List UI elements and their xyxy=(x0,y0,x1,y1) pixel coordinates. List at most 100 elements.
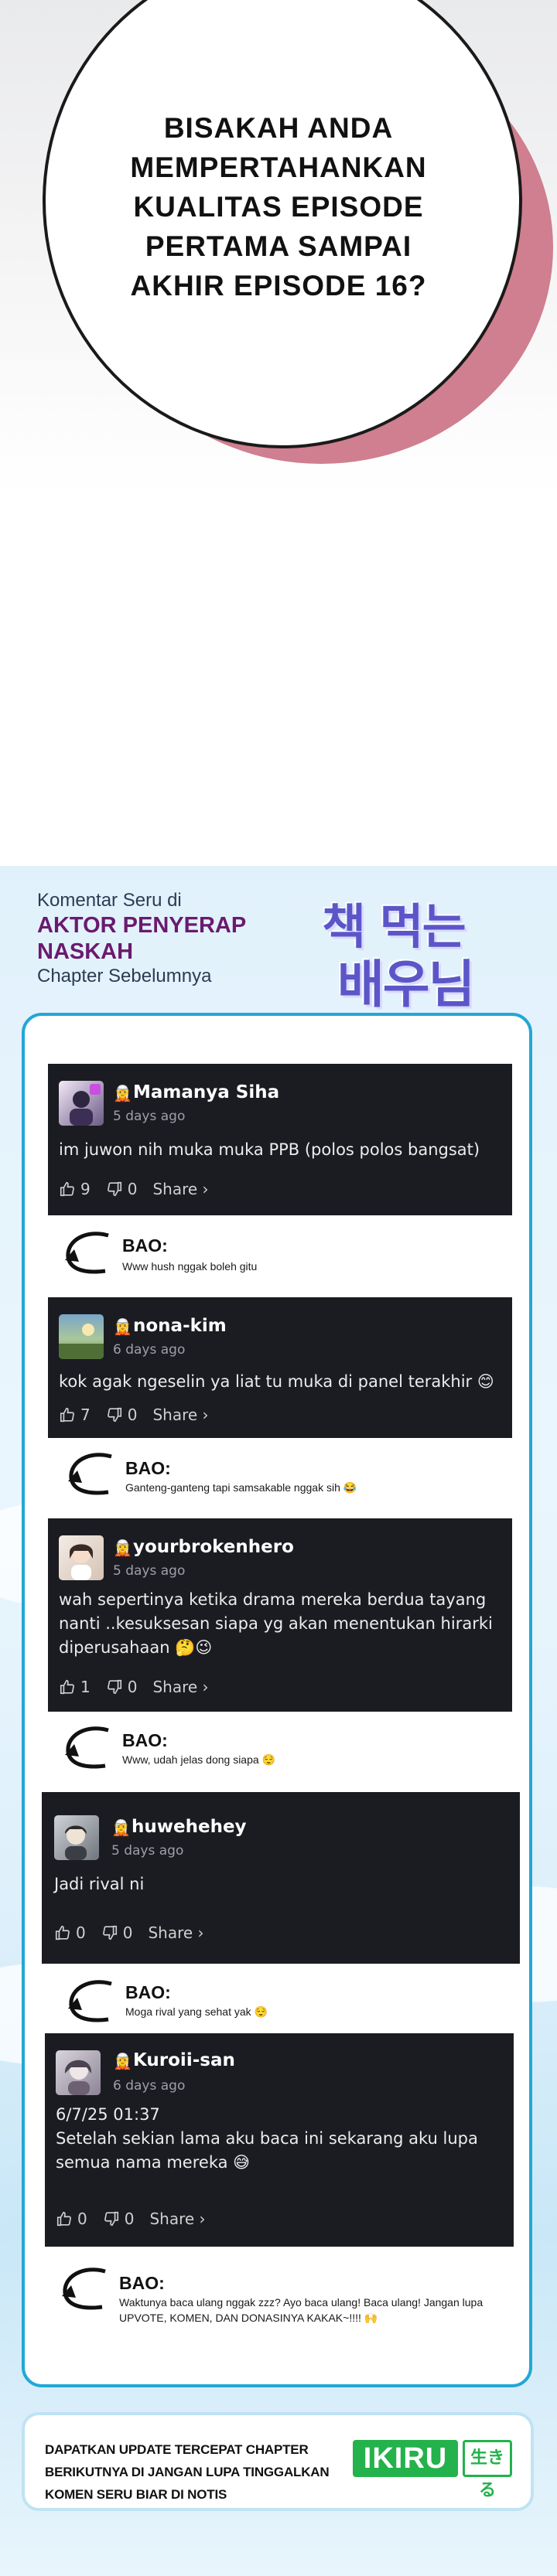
bubble-line: KUALITAS EPISODE xyxy=(133,191,424,223)
avatar[interactable] xyxy=(59,1081,104,1126)
dislike-count: 0 xyxy=(124,2210,135,2228)
ikiru-logo-kana: 生きる xyxy=(463,2440,512,2500)
share-button[interactable]: Share › xyxy=(152,1180,208,1198)
reply-text: Www, udah jelas dong siapa 😌 xyxy=(122,1753,275,1766)
like-count: 0 xyxy=(77,2210,87,2228)
comment-username[interactable]: nona-kim xyxy=(133,1316,227,1336)
rank-badge-icon: 🧝 xyxy=(113,1317,132,1336)
comment-timestamp: 6 days ago xyxy=(113,2078,186,2094)
share-button[interactable]: Share › xyxy=(148,1923,203,1942)
rank-badge-icon: 🧝 xyxy=(113,2052,132,2070)
admin-reply: BAO: Www hush nggak boleh gitu xyxy=(60,1226,494,1288)
admin-reply: BAO: Waktunya baca ulang nggak zzz? Ayo … xyxy=(57,2262,506,2339)
comment-text: wah sepertinya ketika drama mereka berdu… xyxy=(59,1590,493,1657)
comment-item: 🧝 yourbrokenhero 5 days ago wah sepertin… xyxy=(48,1518,512,1712)
like-button[interactable]: 7 xyxy=(59,1406,91,1424)
comment-username[interactable]: Mamanya Siha xyxy=(133,1082,279,1102)
thumbs-up-icon xyxy=(60,1181,74,1197)
series-logo-line: 배우님 xyxy=(337,955,475,1014)
comments-card: 🧝 Mamanya Siha 5 days ago im juwon nih m… xyxy=(22,1013,532,2387)
like-button[interactable]: 9 xyxy=(59,1180,91,1198)
reply-author: BAO: xyxy=(119,2273,165,2293)
ikiru-logo-main: IKIRU xyxy=(353,2440,458,2477)
admin-reply: BAO: Www, udah jelas dong siapa 😌 xyxy=(60,1721,494,1783)
comment-item: 🧝 Mamanya Siha 5 days ago im juwon nih m… xyxy=(48,1064,512,1215)
dislike-button[interactable]: 0 xyxy=(106,1406,138,1424)
like-button[interactable]: 0 xyxy=(54,1923,86,1942)
reply-text: Waktunya baca ulang nggak zzz? Ayo baca … xyxy=(119,2296,484,2324)
share-button[interactable]: Share › xyxy=(152,1678,208,1696)
comment-item: 🧝 Kuroii-san 6 days ago 6/7/25 01:37 Set… xyxy=(45,2033,514,2247)
rank-badge-icon: 🧝 xyxy=(113,1084,132,1102)
like-count: 1 xyxy=(80,1678,91,1696)
reply-author: BAO: xyxy=(122,1730,168,1750)
thumbs-down-icon xyxy=(107,1181,121,1197)
reply-text: Www hush nggak boleh gitu xyxy=(122,1260,258,1273)
comment-actions: 0 0 Share › xyxy=(54,1923,204,1942)
comment-actions: 9 0 Share › xyxy=(59,1180,209,1198)
comment-text: im juwon nih muka muka PPB (polos polos … xyxy=(59,1140,480,1159)
speech-bubble-text: BISAKAH ANDA MEMPERTAHANKAN KUALITAS EPI… xyxy=(101,108,456,305)
bubble-line: AKHIR EPISODE 16? xyxy=(130,270,427,302)
like-count: 7 xyxy=(80,1406,91,1424)
avatar[interactable] xyxy=(59,1314,104,1359)
like-count: 9 xyxy=(80,1180,91,1198)
thumbs-down-icon xyxy=(102,1925,117,1941)
dislike-button[interactable]: 0 xyxy=(103,2210,135,2228)
thumbs-up-icon xyxy=(60,1407,74,1423)
reply-author: BAO: xyxy=(122,1235,168,1256)
avatar[interactable] xyxy=(54,1815,99,1860)
thumbs-up-icon xyxy=(60,1679,74,1695)
bubble-line: PERTAMA SAMPAI xyxy=(145,230,412,262)
share-button[interactable]: Share › xyxy=(152,1406,208,1424)
dislike-count: 0 xyxy=(127,1406,138,1424)
reply-text: Moga rival yang sehat yak 😌 xyxy=(125,2005,268,2018)
thumbs-down-icon xyxy=(104,2211,118,2227)
comment-text: Jadi rival ni xyxy=(54,1875,145,1893)
dislike-button[interactable]: 0 xyxy=(101,1923,133,1942)
promo-subtitle: Chapter Sebelumnya xyxy=(37,966,212,986)
like-button[interactable]: 1 xyxy=(59,1678,91,1696)
promo-intro: Komentar Seru di xyxy=(37,890,182,911)
comment-username[interactable]: huwehehey xyxy=(132,1817,247,1837)
comment-username[interactable]: Kuroii-san xyxy=(133,2050,235,2070)
comment-text: 6/7/25 01:37 Setelah sekian lama aku bac… xyxy=(56,2105,478,2172)
curved-arrow-icon xyxy=(68,1453,112,1495)
series-title: NASKAH xyxy=(37,939,134,964)
comments-promo-section: Komentar Seru di AKTOR PENYERAP NASKAH C… xyxy=(0,866,557,2576)
share-button[interactable]: Share › xyxy=(149,2210,205,2228)
like-button[interactable]: 0 xyxy=(56,2210,87,2228)
comment-username[interactable]: yourbrokenhero xyxy=(133,1537,294,1557)
curved-arrow-icon xyxy=(65,1726,109,1769)
comment-item: 🧝 nona-kim 6 days ago kok agak ngeselin … xyxy=(48,1297,512,1438)
thumbs-down-icon xyxy=(107,1679,121,1695)
rank-badge-icon: 🧝 xyxy=(113,1538,132,1557)
avatar[interactable] xyxy=(56,2050,101,2095)
comment-actions: 0 0 Share › xyxy=(56,2210,206,2228)
dislike-count: 0 xyxy=(122,1923,133,1942)
bubble-line: MEMPERTAHANKAN xyxy=(130,152,427,183)
reply-author: BAO: xyxy=(125,1982,171,2002)
like-count: 0 xyxy=(76,1923,86,1942)
thumbs-up-icon xyxy=(55,1925,70,1941)
manga-panel: BISAKAH ANDA MEMPERTAHANKAN KUALITAS EPI… xyxy=(0,0,557,866)
dislike-count: 0 xyxy=(127,1678,138,1696)
comment-timestamp: 5 days ago xyxy=(113,1109,186,1124)
dislike-button[interactable]: 0 xyxy=(106,1180,137,1198)
admin-reply: BAO: Ganteng-ganteng tapi samsakable ngg… xyxy=(63,1447,497,1509)
reply-text: Ganteng-ganteng tapi samsakable nggak si… xyxy=(125,1481,357,1494)
avatar[interactable] xyxy=(59,1535,104,1580)
update-banner-text: DAPATKAN UPDATE TERCEPAT CHAPTER BERIKUT… xyxy=(45,2442,330,2502)
promo-header: Komentar Seru di AKTOR PENYERAP NASKAH C… xyxy=(37,889,246,988)
update-banner: DAPATKAN UPDATE TERCEPAT CHAPTER BERIKUT… xyxy=(22,2412,534,2511)
reply-author: BAO: xyxy=(125,1458,171,1478)
page: BISAKAH ANDA MEMPERTAHANKAN KUALITAS EPI… xyxy=(0,0,557,2576)
curved-arrow-icon xyxy=(62,2268,106,2310)
rank-badge-icon: 🧝 xyxy=(111,1818,131,1837)
dislike-button[interactable]: 0 xyxy=(106,1678,138,1696)
thumbs-down-icon xyxy=(107,1407,121,1423)
bubble-line: BISAKAH ANDA xyxy=(163,112,394,144)
ikiru-logo[interactable]: IKIRU 生きる xyxy=(353,2435,517,2500)
comment-timestamp: 5 days ago xyxy=(111,1843,184,1859)
admin-reply: BAO: Moga rival yang sehat yak 😌 xyxy=(63,1975,497,2036)
